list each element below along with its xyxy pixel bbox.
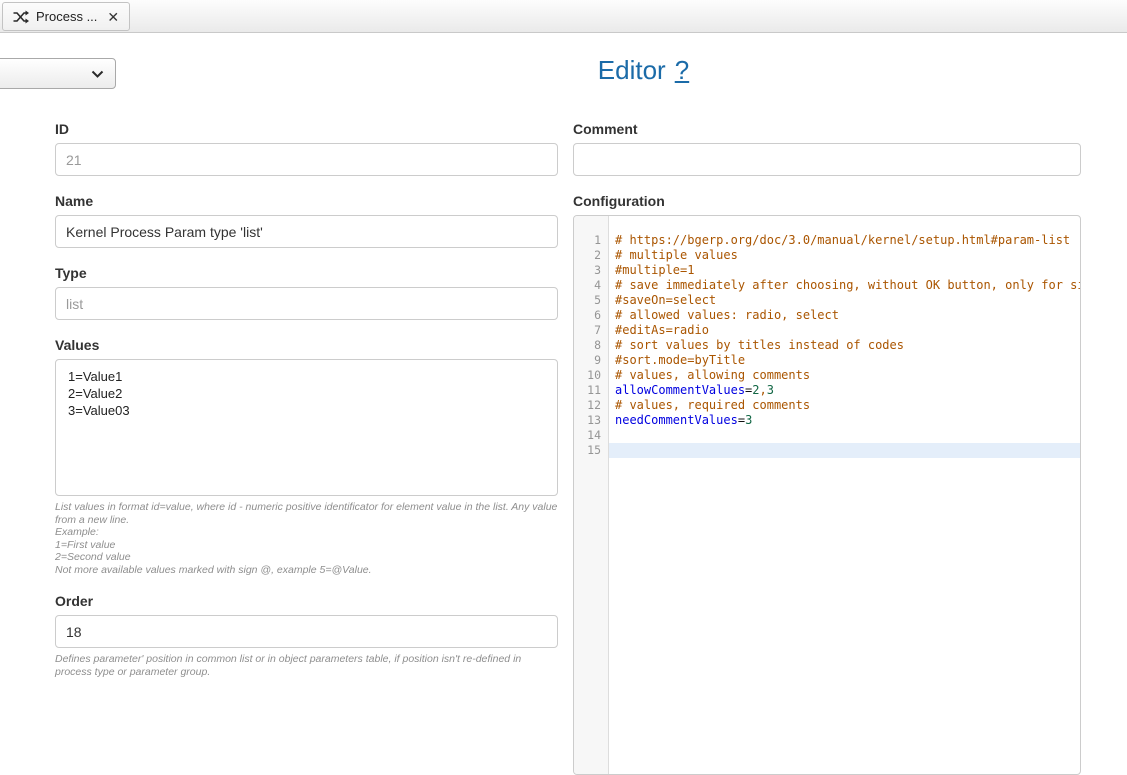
code-text: # values, required comments xyxy=(609,398,1080,413)
name-label: Name xyxy=(55,193,558,209)
code-line[interactable]: 4# save immediately after choosing, with… xyxy=(574,278,1080,293)
type-input[interactable] xyxy=(55,287,558,320)
code-text: #editAs=radio xyxy=(609,323,1080,338)
help-line: 1=First value xyxy=(55,539,558,552)
configuration-editor[interactable]: 1# https://bgerp.org/doc/3.0/manual/kern… xyxy=(573,215,1081,775)
order-input[interactable] xyxy=(55,615,558,648)
line-number: 8 xyxy=(574,338,609,353)
order-help: Defines parameter' position in common li… xyxy=(55,653,558,678)
values-label: Values xyxy=(55,337,558,353)
line-number: 6 xyxy=(574,308,609,323)
code-text xyxy=(609,443,1080,458)
line-number: 1 xyxy=(574,233,609,248)
line-number: 13 xyxy=(574,413,609,428)
type-dropdown[interactable] xyxy=(0,58,116,89)
code-line[interactable]: 13needCommentValues=3 xyxy=(574,413,1080,428)
code-line[interactable]: 10# values, allowing comments xyxy=(574,368,1080,383)
code-text xyxy=(609,428,1080,443)
code-text: # save immediately after choosing, witho… xyxy=(609,278,1080,293)
code-line[interactable]: 7#editAs=radio xyxy=(574,323,1080,338)
values-help: List values in format id=value, where id… xyxy=(55,501,558,576)
line-number: 10 xyxy=(574,368,609,383)
code-text: #sort.mode=byTitle xyxy=(609,353,1080,368)
help-line: Example: xyxy=(55,526,558,539)
help-line: Not more available values marked with si… xyxy=(55,564,558,577)
code-text: # multiple values xyxy=(609,248,1080,263)
code-line[interactable]: 3#multiple=1 xyxy=(574,263,1080,278)
left-column: ID Name Type Values 1=Value1 2=Value2 3=… xyxy=(55,113,558,678)
page-title-row: Editor? xyxy=(160,55,1127,86)
right-column: Comment Configuration 1# https://bgerp.o… xyxy=(573,113,1081,775)
chevron-down-icon xyxy=(91,70,104,78)
line-number: 12 xyxy=(574,398,609,413)
code-text: #multiple=1 xyxy=(609,263,1080,278)
line-number: 2 xyxy=(574,248,609,263)
code-lines: 1# https://bgerp.org/doc/3.0/manual/kern… xyxy=(574,216,1080,458)
code-line[interactable]: 2# multiple values xyxy=(574,248,1080,263)
values-textarea[interactable]: 1=Value1 2=Value2 3=Value03 xyxy=(55,359,558,496)
line-number: 4 xyxy=(574,278,609,293)
code-line[interactable]: 14 xyxy=(574,428,1080,443)
page-title: Editor xyxy=(598,55,666,85)
code-line[interactable]: 11allowCommentValues=2,3 xyxy=(574,383,1080,398)
code-text: # sort values by titles instead of codes xyxy=(609,338,1080,353)
line-number: 14 xyxy=(574,428,609,443)
line-number: 7 xyxy=(574,323,609,338)
line-number: 11 xyxy=(574,383,609,398)
line-number: 9 xyxy=(574,353,609,368)
help-line: 2=Second value xyxy=(55,551,558,564)
comment-label: Comment xyxy=(573,121,1081,137)
code-line[interactable]: 6# allowed values: radio, select xyxy=(574,308,1080,323)
configuration-label: Configuration xyxy=(573,193,1081,209)
help-line: List values in format id=value, where id… xyxy=(55,501,558,526)
code-text: needCommentValues=3 xyxy=(609,413,1080,428)
code-text: # values, allowing comments xyxy=(609,368,1080,383)
comment-input[interactable] xyxy=(573,143,1081,176)
close-icon[interactable]: ✕ xyxy=(107,10,119,24)
id-label: ID xyxy=(55,121,558,137)
code-line[interactable]: 8# sort values by titles instead of code… xyxy=(574,338,1080,353)
tab-bar: Process ... ✕ xyxy=(0,0,1127,33)
help-link[interactable]: ? xyxy=(675,55,689,85)
line-number: 5 xyxy=(574,293,609,308)
line-number: 3 xyxy=(574,263,609,278)
code-line[interactable]: 15 xyxy=(574,443,1080,458)
code-text: # allowed values: radio, select xyxy=(609,308,1080,323)
name-input[interactable] xyxy=(55,215,558,248)
code-line[interactable]: 12# values, required comments xyxy=(574,398,1080,413)
type-label: Type xyxy=(55,265,558,281)
code-line[interactable]: 1# https://bgerp.org/doc/3.0/manual/kern… xyxy=(574,233,1080,248)
process-tab[interactable]: Process ... ✕ xyxy=(2,2,130,31)
line-number: 15 xyxy=(574,443,609,458)
tab-label: Process ... xyxy=(36,9,97,24)
shuffle-icon xyxy=(13,10,29,24)
code-text: # https://bgerp.org/doc/3.0/manual/kerne… xyxy=(609,233,1080,248)
code-line[interactable]: 9#sort.mode=byTitle xyxy=(574,353,1080,368)
code-line[interactable]: 5#saveOn=select xyxy=(574,293,1080,308)
id-input[interactable] xyxy=(55,143,558,176)
code-text: allowCommentValues=2,3 xyxy=(609,383,1080,398)
code-text: #saveOn=select xyxy=(609,293,1080,308)
order-label: Order xyxy=(55,593,558,609)
